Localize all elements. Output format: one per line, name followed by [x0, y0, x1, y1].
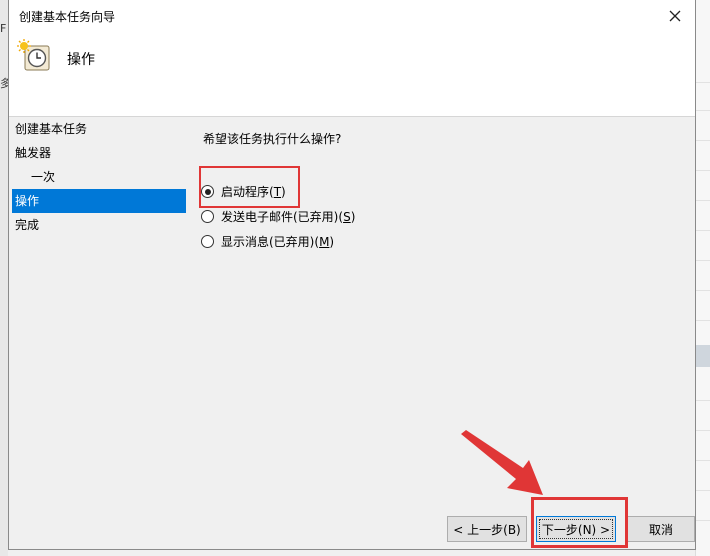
cancel-button[interactable]: 取消	[627, 516, 695, 542]
annotation-arrow-icon	[461, 430, 543, 495]
page-title: 操作	[67, 52, 95, 68]
background-text-fragment: F	[0, 22, 7, 35]
wizard-header: 操作	[9, 31, 695, 117]
annotation-highlight-box	[531, 497, 628, 548]
close-button[interactable]	[655, 0, 695, 31]
option-label: 显示消息(已弃用)	[221, 235, 315, 249]
option-label: 发送电子邮件(已弃用)	[221, 210, 339, 224]
radio-button[interactable]	[201, 210, 214, 223]
wizard-steps-list: 创建基本任务 触发器 一次 操作 完成	[9, 117, 189, 237]
option-accesskey: M	[319, 234, 330, 249]
title-bar: 创建基本任务向导	[9, 0, 695, 31]
action-question: 希望该任务执行什么操作?	[203, 132, 342, 146]
step-trigger[interactable]: 触发器	[9, 141, 189, 165]
background-window-left: F 多	[0, 0, 11, 556]
step-action[interactable]: 操作	[12, 189, 186, 213]
alarm-clock-task-icon	[17, 39, 50, 71]
option-accesskey: S	[343, 209, 351, 224]
background-window-right	[695, 0, 710, 556]
create-basic-task-wizard-dialog: 创建基本任务向导 操作 创建基本任务 触发器 一次 操作 完成 希望该任务执行什…	[8, 0, 696, 550]
step-create-basic-task[interactable]: 创建基本任务	[9, 117, 189, 141]
step-once[interactable]: 一次	[9, 165, 189, 189]
close-icon	[669, 10, 681, 21]
step-finish[interactable]: 完成	[9, 213, 189, 237]
window-title: 创建基本任务向导	[19, 10, 116, 24]
annotation-highlight-box	[199, 166, 300, 208]
back-button[interactable]: < 上一步(B)	[447, 516, 527, 542]
option-show-message[interactable]: 显示消息(已弃用) (M)	[201, 229, 355, 254]
radio-button[interactable]	[201, 235, 214, 248]
